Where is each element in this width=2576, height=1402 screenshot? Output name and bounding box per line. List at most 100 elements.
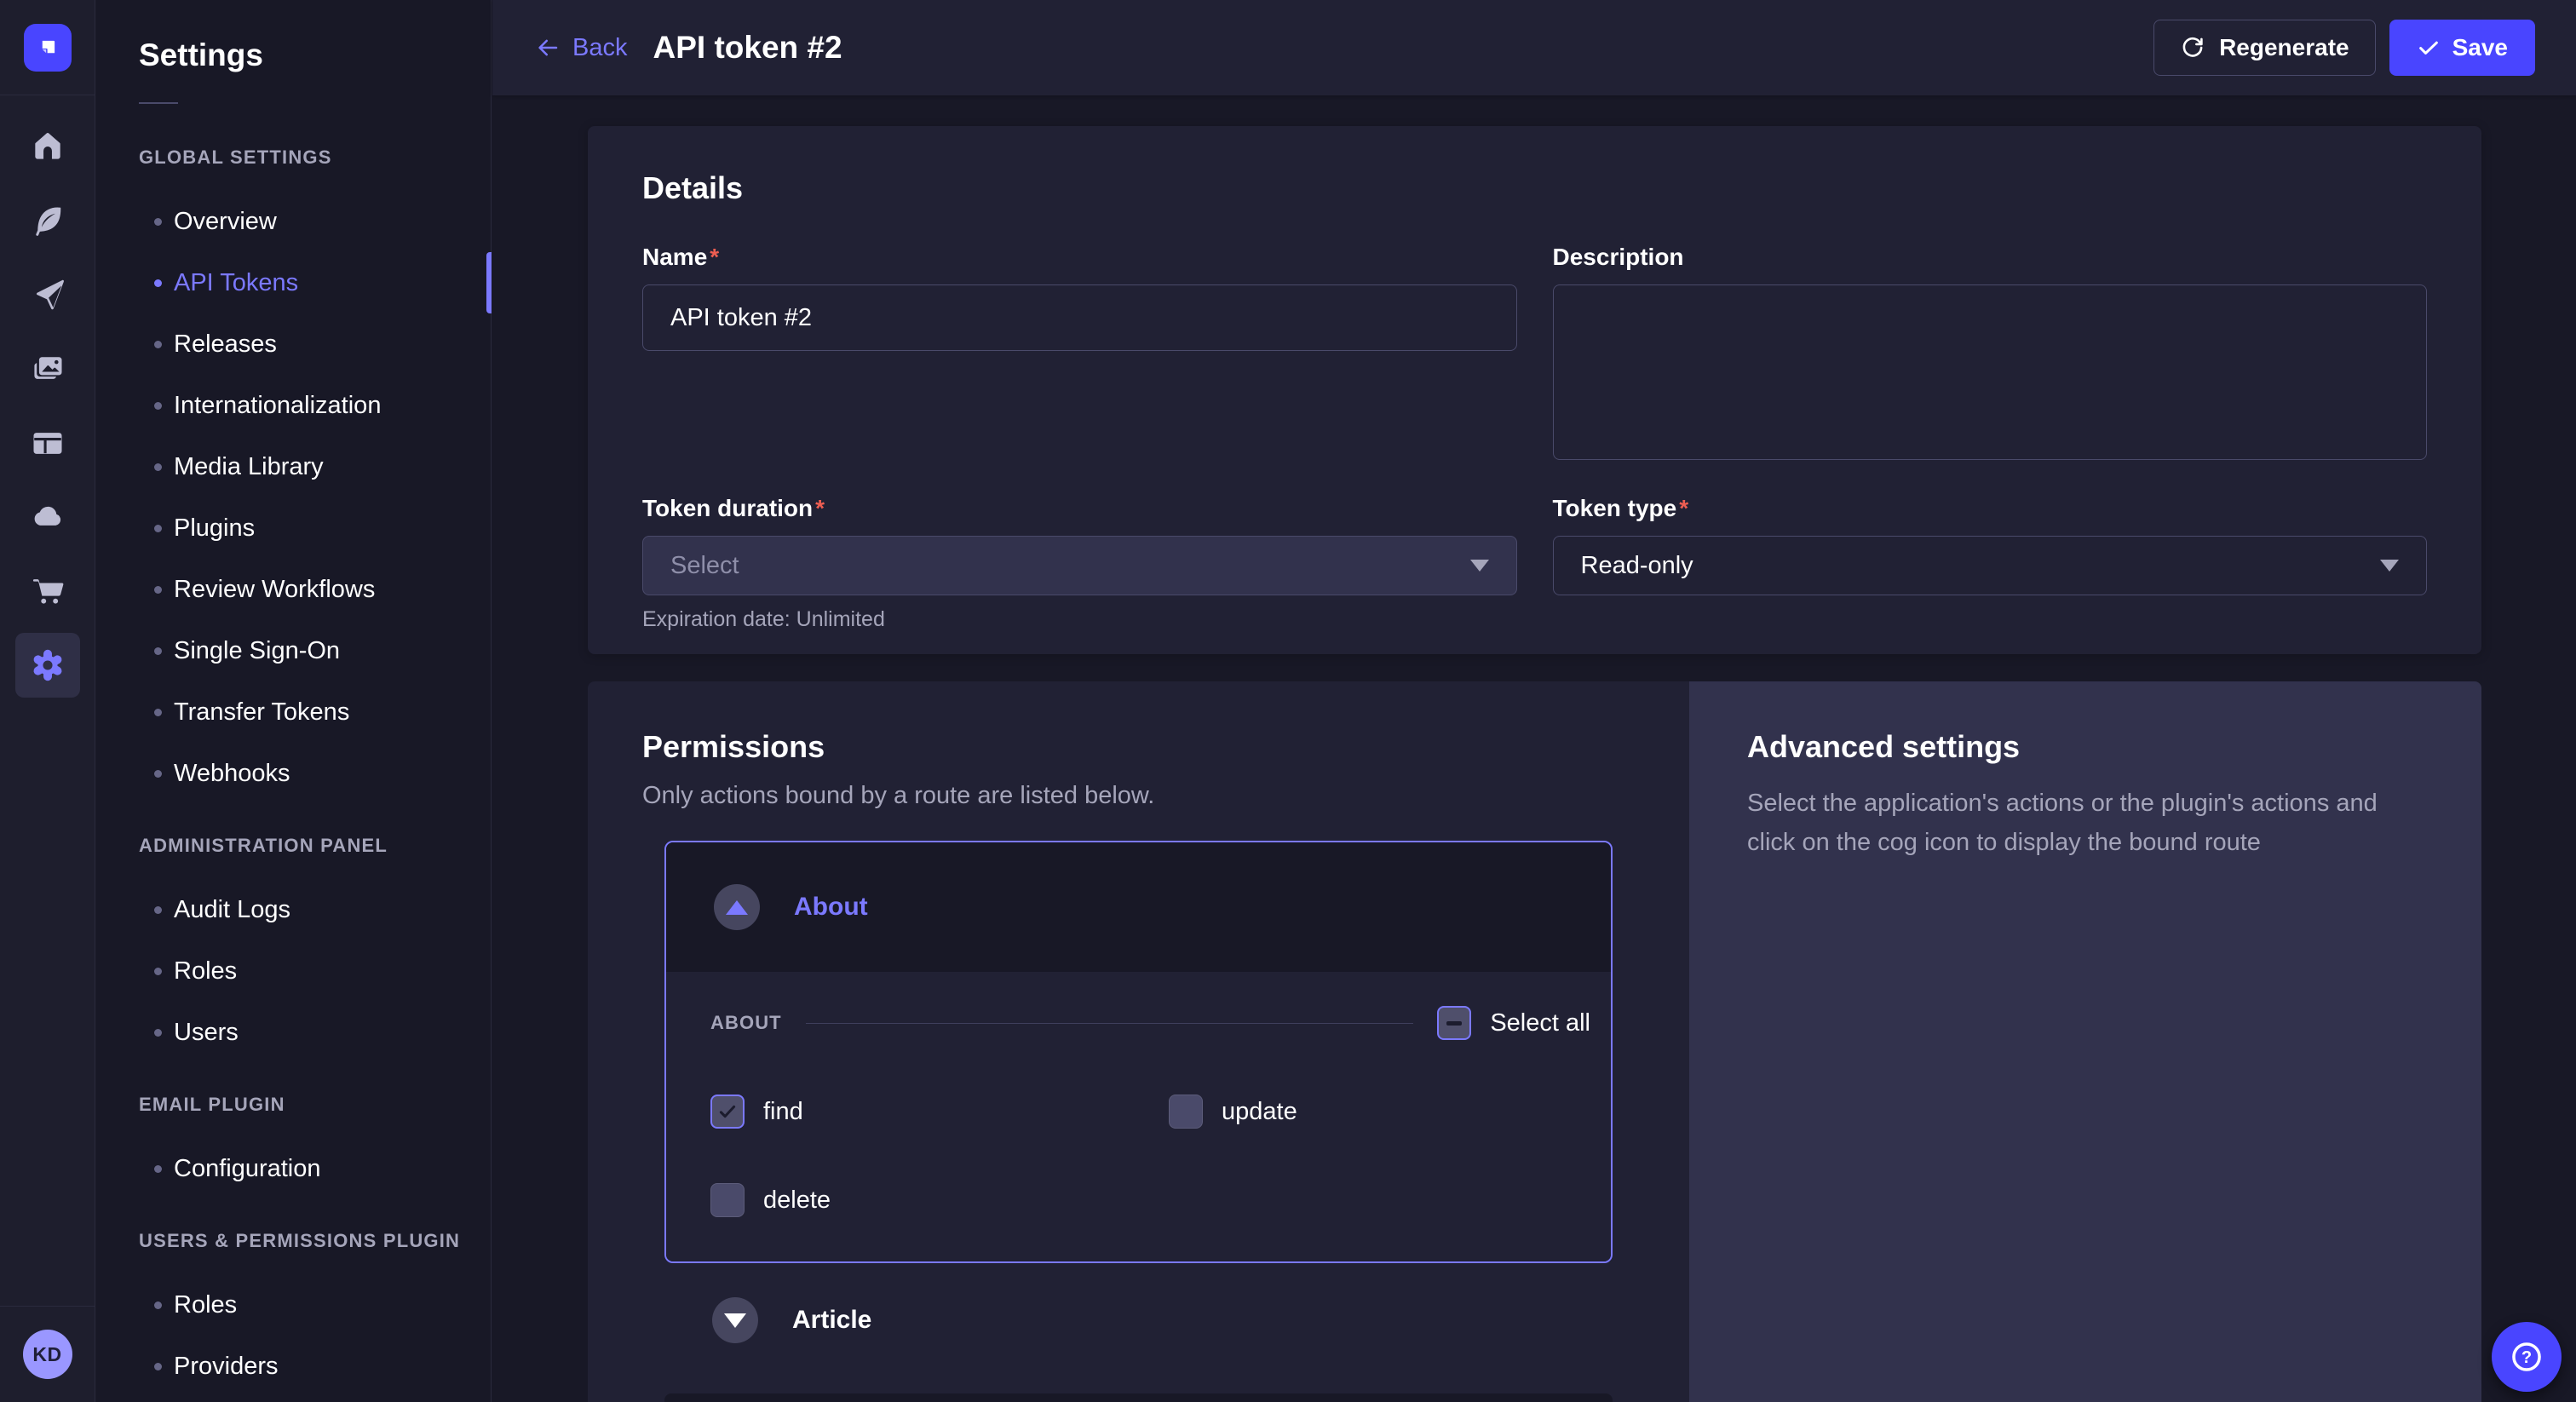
token-duration-field-group: Token duration* Select Expiration date: … [642, 495, 1517, 632]
sidebar-item-plugins[interactable]: Plugins [96, 497, 491, 559]
nav-group-email-plugin: EMAIL PLUGIN Configuration [96, 1094, 491, 1199]
name-field-group: Name* [642, 244, 1517, 464]
content-scroll: Details Name* Description Token duration… [492, 95, 2576, 1402]
sidebar-item-providers[interactable]: Providers [96, 1336, 491, 1397]
delete-checkbox[interactable] [710, 1183, 745, 1217]
about-accordion-body: ABOUT Select all find [666, 972, 1611, 1261]
settings-sidebar: Settings GLOBAL SETTINGS Overview API To… [96, 0, 492, 1402]
main-area: Back API token #2 Regenerate Save Detail… [492, 0, 2576, 1402]
nav-group-users-permissions-plugin: USERS & PERMISSIONS PLUGIN Roles Provide… [96, 1230, 491, 1397]
back-link[interactable]: Back [535, 34, 627, 62]
token-type-field-group: Token type* Read-only [1553, 495, 2428, 632]
regenerate-button[interactable]: Regenerate [2153, 20, 2376, 76]
cloud-icon[interactable] [15, 480, 80, 554]
next-accordion-peek [664, 1393, 1613, 1402]
save-button[interactable]: Save [2389, 20, 2535, 76]
required-asterisk: * [1679, 495, 1688, 521]
collapse-toggle-button[interactable] [714, 884, 760, 930]
page-title: API token #2 [653, 30, 842, 66]
svg-text:?: ? [2521, 1348, 2532, 1367]
details-row-1: Name* Description [642, 244, 2427, 464]
home-icon[interactable] [15, 109, 80, 183]
expand-toggle-button[interactable] [712, 1297, 758, 1343]
chevron-down-icon [2380, 560, 2399, 572]
token-duration-select[interactable]: Select [642, 536, 1517, 595]
nav-group-admin-panel: ADMINISTRATION PANEL Audit Logs Roles Us… [96, 835, 491, 1063]
action-update: update [1169, 1095, 1590, 1129]
nav-group-global: GLOBAL SETTINGS Overview API Tokens Rele… [96, 147, 491, 804]
sidebar-item-internationalization[interactable]: Internationalization [96, 375, 491, 436]
media-library-icon[interactable] [15, 331, 80, 405]
back-arrow-icon [535, 35, 561, 60]
bullet-icon [154, 906, 162, 914]
avatar[interactable]: KD [23, 1330, 72, 1379]
permissions-subtitle: Only actions bound by a route are listed… [642, 782, 1689, 810]
article-accordion-header[interactable]: Article [712, 1297, 1689, 1343]
expiration-hint: Expiration date: Unlimited [642, 607, 1517, 632]
page-header: Back API token #2 Regenerate Save [492, 0, 2576, 95]
about-accordion-title: About [794, 893, 868, 922]
strapi-logo[interactable] [24, 24, 72, 72]
required-asterisk: * [815, 495, 825, 521]
action-find: find [710, 1095, 1169, 1129]
strapi-logo-icon [35, 35, 60, 60]
layout-icon[interactable] [15, 405, 80, 480]
sidebar-item-overview[interactable]: Overview [96, 191, 491, 252]
action-delete: delete [710, 1183, 1169, 1217]
sidebar-item-single-sign-on[interactable]: Single Sign-On [96, 620, 491, 681]
settings-gear-icon[interactable] [15, 628, 80, 702]
select-all-checkbox[interactable] [1437, 1006, 1471, 1040]
update-checkbox[interactable] [1169, 1095, 1203, 1129]
bullet-icon [154, 341, 162, 348]
check-icon [716, 1100, 739, 1123]
sidebar-item-webhooks[interactable]: Webhooks [96, 743, 491, 804]
bullet-icon [154, 463, 162, 471]
chevron-down-icon [1470, 560, 1489, 572]
action-label: update [1222, 1098, 1297, 1126]
sidebar-item-up-roles[interactable]: Roles [96, 1274, 491, 1336]
cart-icon[interactable] [15, 554, 80, 628]
bullet-icon [154, 1165, 162, 1173]
about-section-row: ABOUT Select all [710, 1006, 1590, 1040]
find-checkbox[interactable] [710, 1095, 745, 1129]
sidebar-item-users[interactable]: Users [96, 1002, 491, 1063]
description-textarea[interactable] [1553, 284, 2428, 460]
permissions-section: Permissions Only actions bound by a rout… [588, 681, 2481, 1402]
sidebar-item-api-tokens[interactable]: API Tokens [96, 252, 491, 313]
bullet-icon [154, 647, 162, 655]
details-title: Details [642, 170, 2427, 206]
help-button[interactable]: ? [2492, 1322, 2562, 1392]
article-accordion-title: Article [792, 1306, 871, 1335]
action-label: find [763, 1098, 803, 1126]
icon-rail: KD [0, 0, 95, 1402]
actions-grid: find update delete [710, 1095, 1590, 1217]
rail-footer: KD [0, 1306, 95, 1402]
bullet-icon [154, 218, 162, 226]
about-accordion-header[interactable]: About [666, 842, 1611, 972]
token-type-select[interactable]: Read-only [1553, 536, 2428, 595]
action-label: delete [763, 1187, 831, 1215]
sidebar-item-releases[interactable]: Releases [96, 313, 491, 375]
chevron-up-icon [726, 900, 748, 915]
sidebar-item-transfer-tokens[interactable]: Transfer Tokens [96, 681, 491, 743]
name-input[interactable] [642, 284, 1517, 351]
check-icon [2417, 36, 2441, 60]
sidebar-item-media-library[interactable]: Media Library [96, 436, 491, 497]
bullet-icon [154, 402, 162, 410]
sidebar-item-audit-logs[interactable]: Audit Logs [96, 879, 491, 940]
feather-icon[interactable] [15, 183, 80, 257]
about-accordion: About ABOUT Select all [664, 841, 1613, 1263]
bullet-icon [154, 525, 162, 532]
nav-group-label: ADMINISTRATION PANEL [139, 835, 491, 857]
name-label: Name* [642, 244, 1517, 271]
sidebar-item-roles[interactable]: Roles [96, 940, 491, 1002]
details-row-2: Token duration* Select Expiration date: … [642, 495, 2427, 632]
required-asterisk: * [710, 244, 719, 270]
sidebar-item-review-workflows[interactable]: Review Workflows [96, 559, 491, 620]
about-section-label: ABOUT [710, 1012, 782, 1034]
sidebar-item-configuration[interactable]: Configuration [96, 1138, 491, 1199]
permissions-title: Permissions [642, 729, 1689, 765]
token-duration-label: Token duration* [642, 495, 1517, 522]
paper-plane-icon[interactable] [15, 257, 80, 331]
advanced-settings-title: Advanced settings [1747, 729, 2427, 765]
